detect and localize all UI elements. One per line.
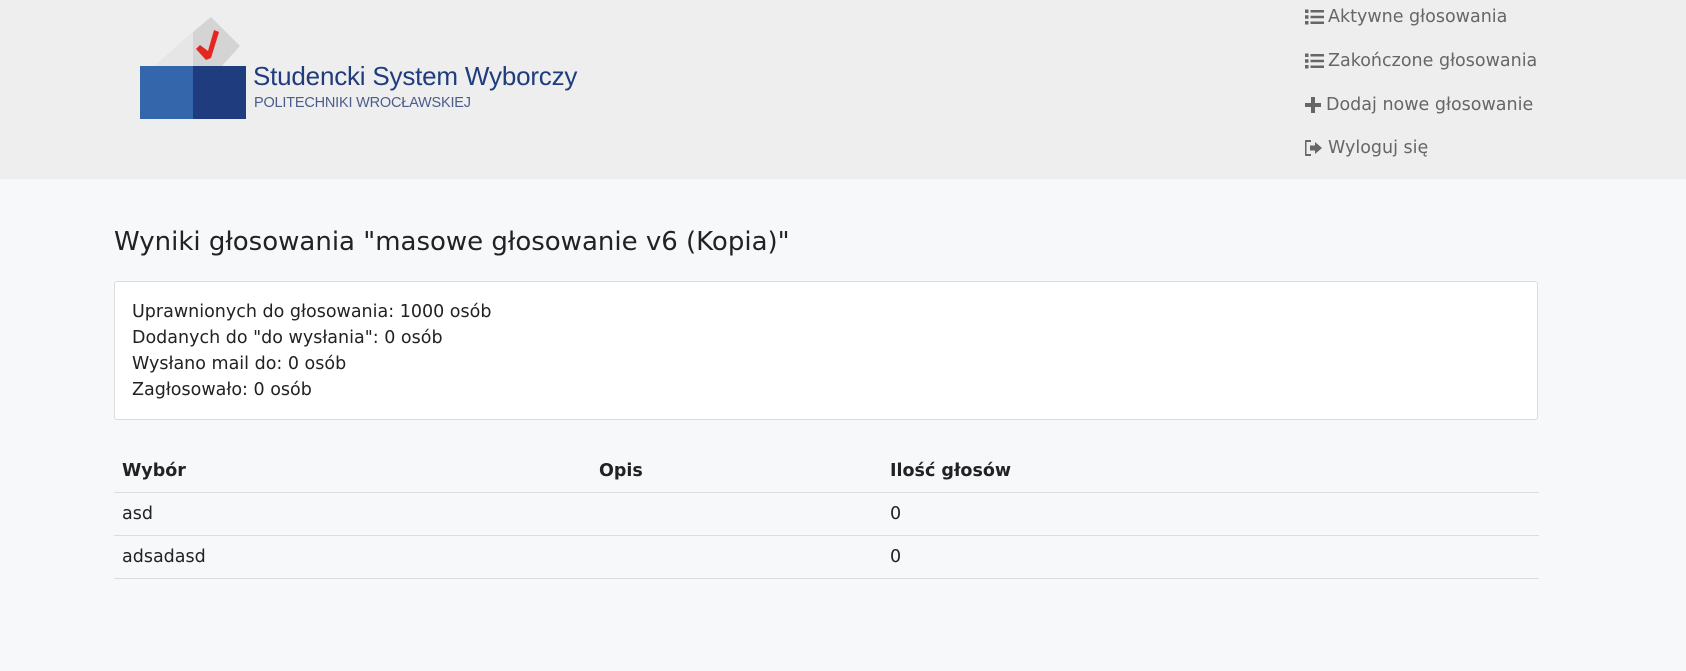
logo-subtitle: POLITECHNIKI WROCŁAWSKIEJ [254,95,471,111]
plus-icon [1305,95,1323,115]
logo[interactable]: Studencki System Wyborczy POLITECHNIKI W… [140,17,600,122]
nav-label: Aktywne głosowania [1328,7,1508,27]
nav-finished-votes[interactable]: Zakończone głosowania [1305,46,1537,76]
cell-votes: 0 [882,492,1539,536]
cell-description [591,492,882,536]
table-row: asd 0 [114,492,1539,536]
list-icon [1305,7,1325,27]
stat-added: Dodanych do "do wysłania": 0 osób [132,328,443,348]
nav-add-vote[interactable]: Dodaj nowe głosowanie [1305,90,1533,120]
stat-mailed: Wysłano mail do: 0 osób [132,354,347,374]
header: Studencki System Wyborczy POLITECHNIKI W… [0,0,1686,179]
cell-description [591,535,882,579]
column-header-description: Opis [591,449,882,493]
table-header-row: Wybór Opis Ilość głosów [114,449,1539,493]
ballot-box-icon [140,17,246,119]
cell-choice: asd [114,492,591,536]
logo-title: Studencki System Wyborczy [253,61,578,91]
nav-logout[interactable]: Wyloguj się [1305,133,1428,163]
table-row: adsadasd 0 [114,535,1539,579]
column-header-choice: Wybór [114,449,591,493]
sign-out-icon [1305,138,1325,158]
nav-label: Wyloguj się [1328,138,1429,158]
column-header-votes: Ilość głosów [882,449,1539,493]
nav-label: Zakończone głosowania [1328,51,1538,71]
results-table: Wybór Opis Ilość głosów asd 0 adsadasd 0 [114,449,1539,579]
list-icon [1305,51,1325,71]
cell-choice: adsadasd [114,535,591,579]
stat-eligible: Uprawnionych do głosowania: 1000 osób [132,302,492,322]
nav-active-votes[interactable]: Aktywne głosowania [1305,2,1507,32]
stats-card: Uprawnionych do głosowania: 1000 osób Do… [114,281,1538,420]
nav-label: Dodaj nowe głosowanie [1326,95,1534,115]
stat-voted: Zagłosowało: 0 osób [132,380,312,400]
page-title: Wyniki głosowania "masowe głosowanie v6 … [114,227,790,257]
cell-votes: 0 [882,535,1539,579]
